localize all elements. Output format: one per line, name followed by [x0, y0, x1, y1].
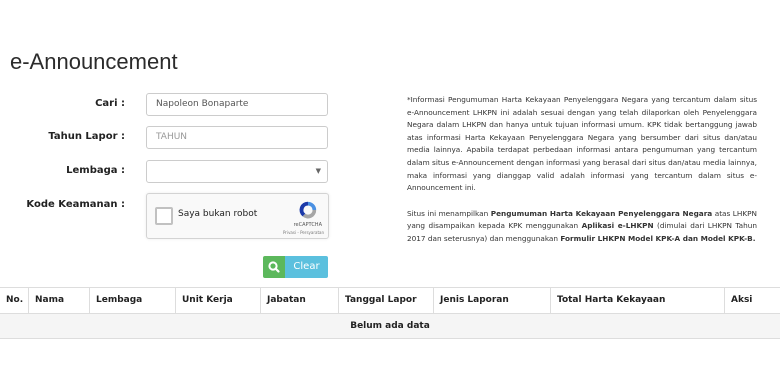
kode-keamanan-label: Kode Keamanan :	[26, 199, 125, 210]
info-paragraph-2: Situs ini menampilkan Pengumuman Harta K…	[407, 208, 757, 243]
column-header-jabatan[interactable]: Jabatan	[260, 288, 338, 313]
column-header-no[interactable]: No.	[0, 288, 28, 313]
recaptcha-logo-icon	[299, 201, 317, 219]
tahun-lapor-label: Tahun Lapor :	[48, 131, 125, 142]
recaptcha-label: Saya bukan robot	[178, 209, 258, 219]
lembaga-select[interactable]: ▼	[146, 160, 328, 183]
table-empty-message: Belum ada data	[0, 314, 780, 339]
cari-input[interactable]: Napoleon Bonaparte	[146, 93, 328, 116]
cari-label: Cari :	[95, 98, 125, 109]
page-title: e-Announcement	[10, 49, 178, 74]
column-header-aksi[interactable]: Aksi	[724, 288, 780, 313]
info-paragraph-1: *Informasi Pengumuman Harta Kekayaan Pen…	[407, 95, 757, 193]
column-header-jenis-laporan[interactable]: Jenis Laporan	[433, 288, 550, 313]
recaptcha-widget: Saya bukan robot reCAPTCHA Privasi - Per…	[146, 193, 329, 239]
clear-button[interactable]: Clear	[285, 256, 328, 278]
recaptcha-brand: reCAPTCHA	[293, 222, 322, 228]
info-panel: *Informasi Pengumuman Harta Kekayaan Pen…	[407, 94, 757, 259]
column-header-tanggal-lapor[interactable]: Tanggal Lapor	[338, 288, 433, 313]
recaptcha-checkbox[interactable]	[155, 207, 173, 225]
search-icon	[268, 261, 280, 273]
recaptcha-links[interactable]: Privasi - Persyaratan	[283, 230, 324, 235]
tahun-lapor-input[interactable]: TAHUN	[146, 126, 328, 149]
table-header: No. Nama Lembaga Unit Kerja Jabatan Tang…	[0, 287, 780, 314]
column-header-lembaga[interactable]: Lembaga	[89, 288, 175, 313]
column-header-unit-kerja[interactable]: Unit Kerja	[175, 288, 260, 313]
column-header-total-harta[interactable]: Total Harta Kekayaan	[550, 288, 724, 313]
lembaga-label: Lembaga :	[66, 165, 125, 176]
chevron-down-icon: ▼	[315, 167, 321, 175]
column-header-nama[interactable]: Nama	[28, 288, 89, 313]
search-button[interactable]	[263, 256, 285, 278]
